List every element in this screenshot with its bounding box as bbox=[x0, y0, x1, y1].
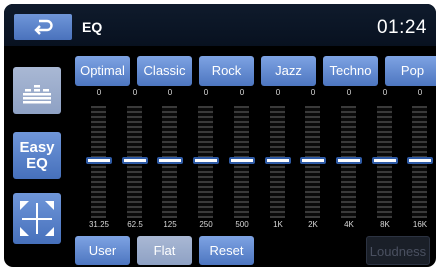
page-title: EQ bbox=[82, 19, 103, 35]
eq-band: 0 250 bbox=[190, 88, 222, 233]
band-frequency-label: 31.25 bbox=[88, 220, 110, 229]
band-frequency-label: 250 bbox=[199, 220, 213, 229]
preset-pop[interactable]: Pop bbox=[385, 56, 436, 86]
eq-mode-button[interactable] bbox=[13, 67, 61, 114]
eq-band: 0 31.25 bbox=[83, 88, 115, 233]
band-gain-value: 0 bbox=[239, 88, 245, 97]
preset-jazz[interactable]: Jazz bbox=[261, 56, 316, 86]
band-frequency-label: 125 bbox=[163, 220, 177, 229]
band-slider-knob[interactable] bbox=[407, 157, 433, 164]
band-gain-value: 0 bbox=[132, 88, 138, 97]
equalizer-bars-icon bbox=[23, 85, 51, 104]
band-frequency-label: 500 bbox=[235, 220, 249, 229]
fader-balance-button[interactable] bbox=[13, 193, 61, 244]
band-gain-value: 0 bbox=[346, 88, 352, 97]
preset-optimal[interactable]: Optimal bbox=[75, 56, 130, 86]
band-gain-value: 0 bbox=[96, 88, 102, 97]
preset-classic[interactable]: Classic bbox=[137, 56, 192, 86]
band-gain-value: 0 bbox=[417, 88, 423, 97]
eq-band: 0 4K bbox=[333, 88, 365, 233]
band-slider-knob[interactable] bbox=[265, 157, 291, 164]
band-frequency-label: 8K bbox=[380, 220, 390, 229]
preset-rock[interactable]: Rock bbox=[199, 56, 254, 86]
band-slider-knob[interactable] bbox=[229, 157, 255, 164]
band-slider-knob[interactable] bbox=[122, 157, 148, 164]
band-slider-knob[interactable] bbox=[300, 157, 326, 164]
user-button[interactable]: User bbox=[75, 236, 130, 265]
band-gain-value: 0 bbox=[275, 88, 281, 97]
band-frequency-label: 62.5 bbox=[127, 220, 143, 229]
band-slider-knob[interactable] bbox=[157, 157, 183, 164]
band-slider-knob[interactable] bbox=[86, 157, 112, 164]
eq-band: 0 16K bbox=[404, 88, 436, 233]
band-slider-knob[interactable] bbox=[372, 157, 398, 164]
easy-eq-button[interactable]: Easy EQ bbox=[13, 132, 61, 179]
easy-eq-label-line1: Easy bbox=[19, 139, 55, 156]
top-bar: EQ 01:24 bbox=[4, 4, 436, 46]
back-arrow-icon bbox=[34, 19, 53, 35]
band-gain-value: 0 bbox=[310, 88, 316, 97]
band-slider-knob[interactable] bbox=[336, 157, 362, 164]
fader-balance-icon bbox=[20, 201, 54, 236]
eq-band: 0 1K bbox=[262, 88, 294, 233]
reset-button[interactable]: Reset bbox=[199, 236, 254, 265]
flat-button[interactable]: Flat bbox=[137, 236, 192, 265]
band-gain-value: 0 bbox=[203, 88, 209, 97]
eq-band: 0 62.5 bbox=[119, 88, 151, 233]
band-slider-knob[interactable] bbox=[193, 157, 219, 164]
band-frequency-label: 2K bbox=[308, 220, 318, 229]
eq-screen: EQ 01:24 Easy EQ Optimal Classic Rock Ja… bbox=[4, 4, 436, 267]
band-frequency-label: 16K bbox=[412, 220, 428, 229]
eq-band: 0 2K bbox=[297, 88, 329, 233]
clock: 01:24 bbox=[376, 17, 427, 38]
back-button[interactable] bbox=[14, 14, 72, 40]
band-frequency-label: 1K bbox=[273, 220, 283, 229]
band-frequency-label: 4K bbox=[344, 220, 354, 229]
eq-band: 0 8K bbox=[369, 88, 401, 233]
eq-band: 0 125 bbox=[154, 88, 186, 233]
loudness-button[interactable]: Loudness bbox=[366, 236, 430, 265]
easy-eq-label-line2: EQ bbox=[26, 155, 48, 172]
eq-band: 0 500 bbox=[226, 88, 258, 233]
band-gain-value: 0 bbox=[167, 88, 173, 97]
band-gain-value: 0 bbox=[382, 88, 388, 97]
preset-techno[interactable]: Techno bbox=[323, 56, 378, 86]
